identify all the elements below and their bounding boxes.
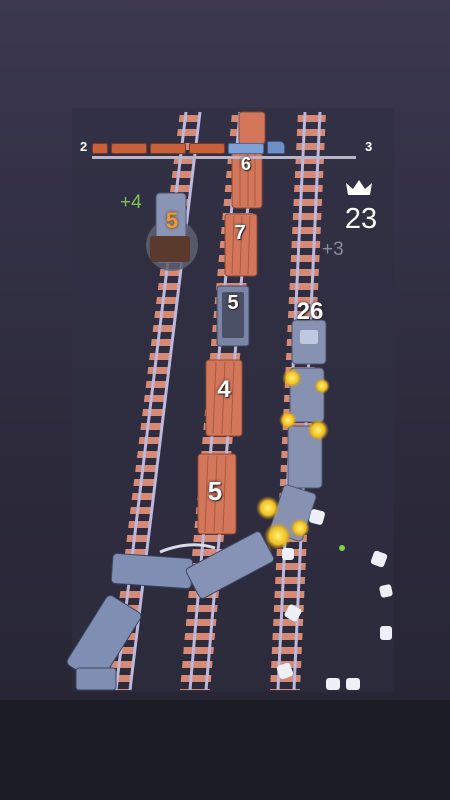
wagon-count-4: 4 [217,376,231,403]
progress-car [189,143,225,154]
bonus-plus4: +4 [120,192,142,213]
next-level: 3 [365,139,373,154]
progress-train [92,140,285,154]
bonus-plus3: +3 [322,239,344,260]
progress-locomotive [267,141,285,154]
progress-car [92,143,108,154]
wagon-count-5-falling: 5 [165,208,179,233]
crown-icon [346,180,372,195]
wagon-count-6: 6 [240,154,251,174]
crashed-wagons [66,531,275,691]
current-level: 2 [80,139,88,154]
progress-car-blue [228,143,264,154]
score-value: 23 [344,203,378,235]
progress-car [150,143,186,154]
progress-track [92,156,356,159]
wagon-count-5: 5 [207,476,223,506]
wagon-count-5-coal: 5 [227,292,239,314]
player-train-count: 26 [296,298,324,325]
wagon-count-7: 7 [234,222,246,244]
progress-car [111,143,147,154]
